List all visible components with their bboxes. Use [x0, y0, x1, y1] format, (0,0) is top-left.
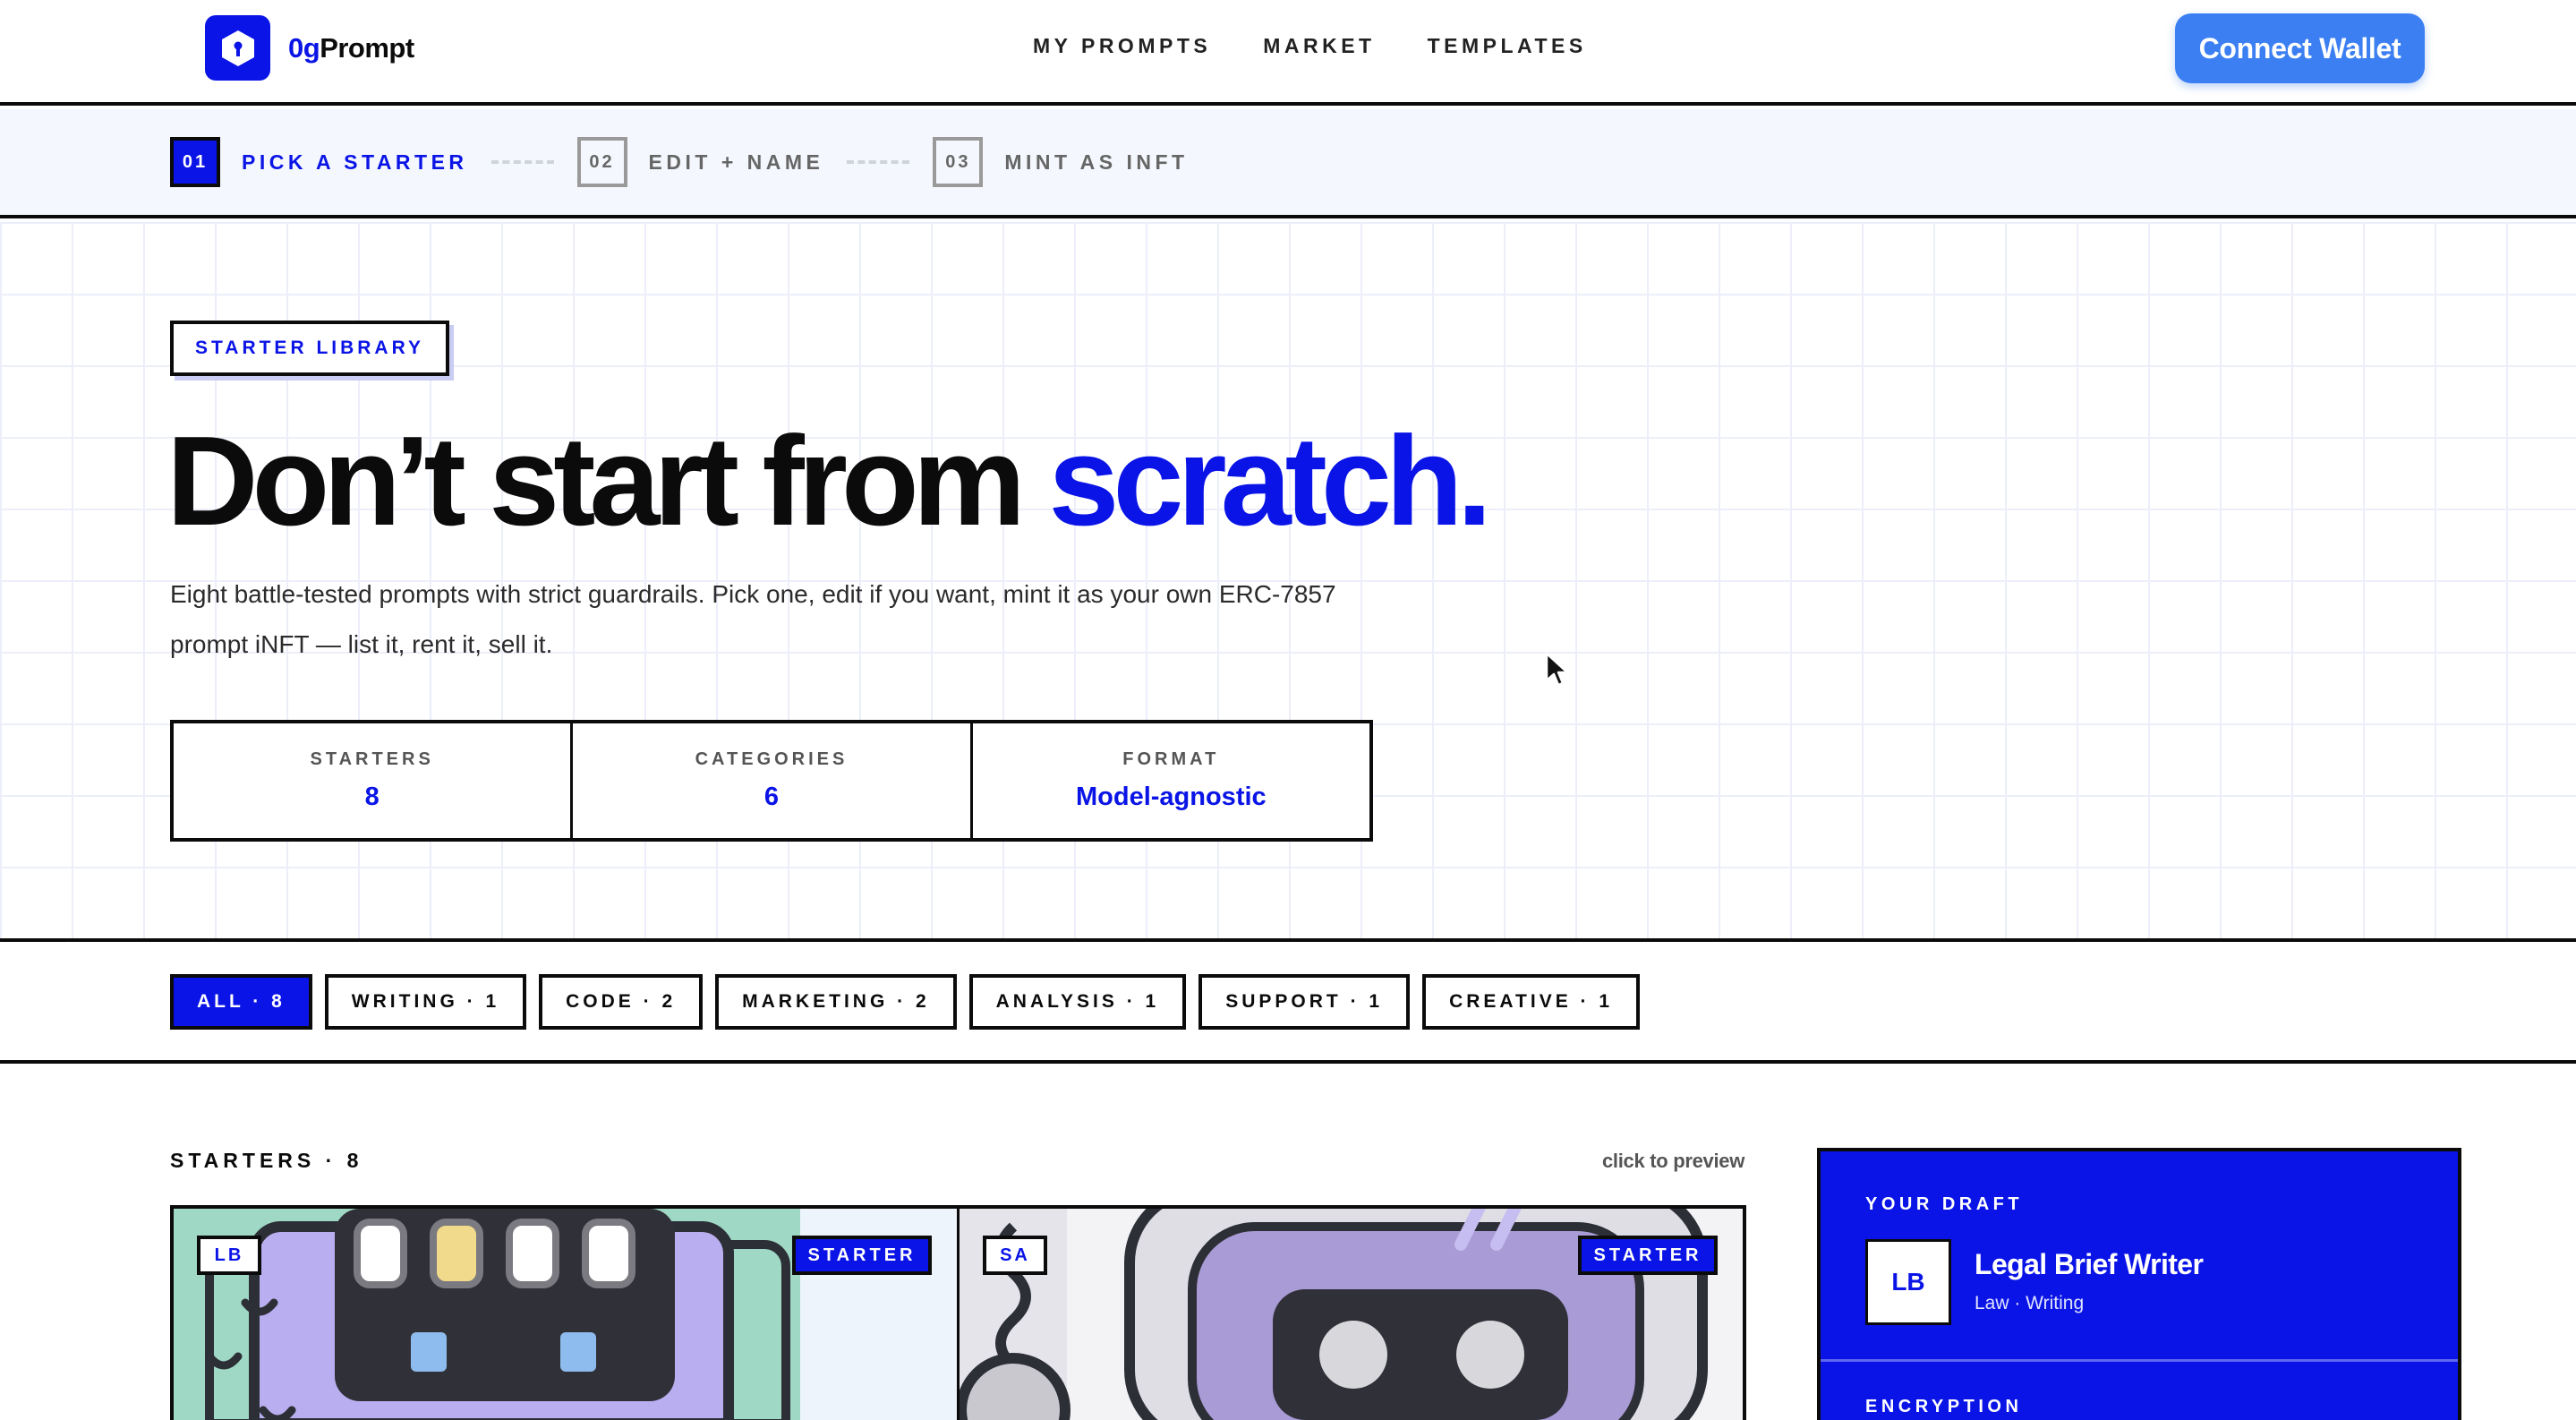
encryption-label: ENCRYPTION [1865, 1397, 2023, 1416]
headline-main: Don’t start from [166, 410, 1049, 552]
stat-categories: CATEGORIES 6 [573, 723, 973, 838]
step-pick-starter[interactable]: 01 PICK A STARTER [170, 137, 468, 187]
hero-description: Eight battle-tested prompts with strict … [170, 580, 1336, 658]
stat-label: CATEGORIES [695, 749, 849, 769]
starter-badge: STARTER [1578, 1236, 1718, 1275]
mouse-pointer-icon [1545, 652, 1570, 692]
brand-name: 0gPrompt [288, 31, 414, 64]
lock-hexagon-icon [205, 15, 270, 81]
step-label: EDIT + NAME [648, 150, 824, 174]
top-header: 0gPrompt MY PROMPTS MARKET TEMPLATES Con… [0, 0, 2576, 106]
starters-heading: STARTERS · 8 [170, 1149, 363, 1172]
draft-divider [1821, 1359, 2458, 1362]
stat-value: 8 [364, 783, 380, 811]
step-number: 01 [170, 137, 220, 187]
category-filters: ALL · 8 WRITING · 1 CODE · 2 MARKETING ·… [0, 945, 2576, 1064]
stat-value: Model-agnostic [1075, 783, 1267, 811]
starter-card-sa[interactable]: SA STARTER [957, 1209, 1743, 1420]
step-mint-inft[interactable]: 03 MINT AS INFT [933, 137, 1188, 187]
filter-chip-all[interactable]: ALL · 8 [170, 974, 312, 1030]
filter-chips: ALL · 8 WRITING · 1 CODE · 2 MARKETING ·… [170, 974, 1641, 1030]
step-label: MINT AS INFT [1004, 150, 1189, 174]
stepper-steps: 01 PICK A STARTER 02 EDIT + NAME 03 MINT… [170, 137, 1189, 187]
step-label: PICK A STARTER [242, 150, 468, 174]
step-number: 03 [933, 137, 984, 187]
filter-chip-creative[interactable]: CREATIVE · 1 [1422, 974, 1641, 1030]
page-title: Don’t start from scratch. [166, 410, 1492, 552]
hero-section: STARTER LIBRARY Don’t start from scratch… [0, 222, 2576, 942]
step-divider [490, 160, 554, 164]
draft-panel: YOUR DRAFT LB Legal Brief Writer Law · W… [1817, 1148, 2461, 1420]
starter-library-tag: STARTER LIBRARY [170, 321, 449, 376]
draft-category: Law · Writing [1975, 1293, 2085, 1313]
filter-chip-code[interactable]: CODE · 2 [539, 974, 704, 1030]
nav-market[interactable]: MARKET [1263, 34, 1375, 58]
filter-chip-support[interactable]: SUPPORT · 1 [1198, 974, 1411, 1030]
nav-my-prompts[interactable]: MY PROMPTS [1033, 34, 1211, 58]
filter-chip-writing[interactable]: WRITING · 1 [324, 974, 527, 1030]
stat-label: FORMAT [1122, 749, 1220, 769]
nav-templates[interactable]: TEMPLATES [1428, 34, 1587, 58]
card-initials: LB [197, 1236, 261, 1275]
starter-card-legal-brief[interactable]: LB STARTER [174, 1209, 957, 1420]
draft-label: YOUR DRAFT [1865, 1194, 2024, 1214]
stats-table: STARTERS 8 CATEGORIES 6 FORMAT Model-agn… [170, 720, 1373, 842]
brand-logo[interactable]: 0gPrompt [205, 15, 414, 81]
step-edit-name[interactable]: 02 EDIT + NAME [576, 137, 824, 187]
draft-avatar: LB [1865, 1239, 1951, 1325]
step-number: 02 [576, 137, 627, 187]
stat-label: STARTERS [310, 749, 434, 769]
filter-chip-marketing[interactable]: MARKETING · 2 [715, 974, 957, 1030]
stat-format: FORMAT Model-agnostic [973, 723, 1369, 838]
filter-chip-analysis[interactable]: ANALYSIS · 1 [968, 974, 1187, 1030]
connect-wallet-button[interactable]: Connect Wallet [2175, 13, 2425, 83]
main-nav: MY PROMPTS MARKET TEMPLATES [1033, 34, 1587, 58]
starter-grid: LB STARTER SA STARTER [170, 1205, 1746, 1420]
headline-accent: scratch. [1048, 410, 1492, 552]
stat-starters: STARTERS 8 [174, 723, 574, 838]
draft-title: Legal Brief Writer [1975, 1248, 2204, 1280]
mint-stepper: 01 PICK A STARTER 02 EDIT + NAME 03 MINT… [0, 109, 2576, 218]
card-initials: SA [983, 1236, 1047, 1275]
preview-hint: click to preview [1602, 1150, 1745, 1172]
step-divider [847, 160, 910, 164]
stat-value: 6 [763, 783, 780, 811]
starter-badge: STARTER [792, 1236, 932, 1275]
